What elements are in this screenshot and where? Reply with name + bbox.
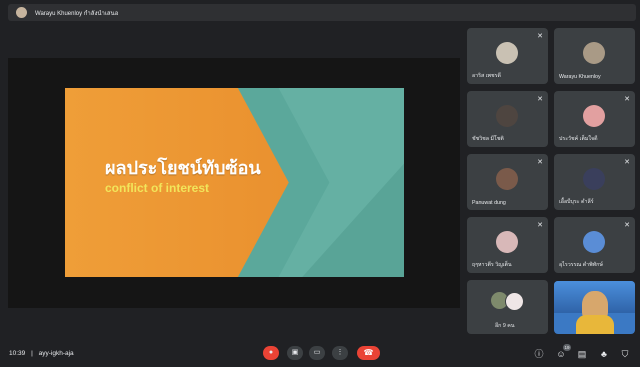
mic-off-icon: ✕ — [537, 159, 543, 166]
shield-icon[interactable]: ⛉ — [619, 348, 631, 360]
slide-subtitle: conflict of interest — [105, 181, 210, 195]
avatar — [496, 105, 518, 127]
avatar — [505, 292, 524, 311]
participant-tile[interactable]: ✕ Panuwat dung — [467, 154, 548, 210]
participant-tile[interactable]: ✕ ชัชวิชล มีโชติ — [467, 91, 548, 147]
participant-name: Panuwat dung — [472, 200, 506, 206]
participant-name: อาริส เพชรดี — [472, 73, 501, 79]
end-call-button[interactable]: ☎ — [357, 346, 380, 360]
participant-name: ฤๆหาวตีร วิญเต็น — [472, 262, 512, 268]
participant-tile[interactable]: ✕ เอื้อบีบุระ ดำลีร์ — [554, 154, 635, 210]
participant-tile[interactable]: ✕ ฤๆหาวตีร วิญเต็น — [467, 217, 548, 273]
participant-name: เอื้อบีบุระ ดำลีร์ — [559, 199, 594, 205]
more-participants-avatars — [491, 292, 525, 311]
more-participants-label: อีก 9 คน — [495, 323, 515, 329]
present-button[interactable]: ▭ — [309, 346, 325, 360]
separator: | — [31, 350, 33, 357]
participant-name: อุไรวรรณ ดำพิทักษ์ — [559, 262, 603, 268]
mic-off-icon: ✕ — [537, 33, 543, 40]
participant-name: Warayu Khuenloy — [559, 74, 601, 80]
mic-off-icon: ✕ — [537, 222, 543, 229]
info-icon[interactable]: ⓘ — [533, 348, 545, 360]
participant-name: ประวัชค์ เต็มใจดี — [559, 136, 598, 142]
participant-tile[interactable]: ✕ ประวัชค์ เต็มใจดี — [554, 91, 635, 147]
avatar — [583, 168, 605, 190]
mic-off-icon: ✕ — [624, 159, 630, 166]
mic-off-button[interactable]: ● — [263, 346, 279, 360]
avatar — [496, 231, 518, 253]
participant-tile[interactable]: ✕ อาริส เพชรดี — [467, 28, 548, 84]
mic-off-icon: ✕ — [537, 96, 543, 103]
mic-off-icon: ✕ — [624, 96, 630, 103]
slide-title: ผลประโยชน์ทับซ้อน — [105, 158, 261, 178]
chat-icon[interactable]: ▤ — [576, 348, 588, 360]
meeting-code: ayy-igkh-aja — [38, 350, 74, 357]
camera-button[interactable]: ▣ — [287, 346, 303, 360]
end-call-icon: ☎ — [363, 348, 374, 357]
avatar — [583, 105, 605, 127]
participant-name: ชัชวิชล มีโชติ — [472, 136, 504, 142]
mic-off-icon: ● — [268, 349, 274, 356]
people-count-badge: 19 — [563, 344, 571, 351]
activities-icon[interactable]: ♣ — [598, 348, 610, 360]
participant-tile[interactable]: Warayu Khuenloy — [554, 28, 635, 84]
avatar — [583, 42, 605, 64]
slide: ผลประโยชน์ทับซ้อน conflict of interest — [65, 88, 404, 277]
participant-tile[interactable]: ✕ อุไรวรรณ ดำพิทักษ์ — [554, 217, 635, 273]
clock-time: 10:39 — [9, 350, 26, 357]
avatar — [583, 231, 605, 253]
more-participants-tile[interactable]: อีก 9 คน — [467, 280, 548, 334]
present-icon: ▭ — [313, 349, 321, 356]
avatar — [496, 42, 518, 64]
more-vertical-icon: ⋮ — [336, 349, 344, 356]
self-view-tile[interactable] — [554, 281, 635, 334]
mic-off-icon: ✕ — [624, 222, 630, 229]
presentation-stage[interactable]: ผลประโยชน์ทับซ้อน conflict of interest — [8, 58, 460, 308]
presenter-label: Warayu Khuenloy กำลังนำเสนอ — [35, 10, 119, 17]
self-view-shirt — [576, 315, 614, 334]
meeting-details: 10:39 | ayy-igkh-aja — [9, 350, 74, 357]
bottom-toolbar: 10:39 | ayy-igkh-aja ● ▣ ▭ ⋮ ☎ ⓘ ☺ 19 ▤ … — [0, 341, 640, 367]
camera-icon: ▣ — [291, 349, 299, 356]
presenter-avatar — [16, 7, 27, 18]
more-options-button[interactable]: ⋮ — [332, 346, 348, 360]
avatar — [496, 168, 518, 190]
presenter-bar: Warayu Khuenloy กำลังนำเสนอ — [8, 4, 636, 21]
